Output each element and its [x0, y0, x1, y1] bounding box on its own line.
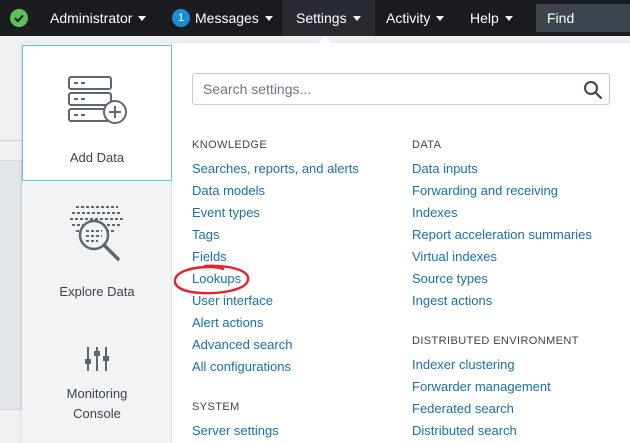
messages-count-badge: 1: [172, 9, 190, 28]
link-tags[interactable]: Tags: [192, 227, 219, 242]
link-ingest-actions[interactable]: Ingest actions: [412, 293, 492, 308]
screen: Administrator 1 Messages Settings Activit…: [0, 0, 630, 443]
link-server-settings[interactable]: Server settings: [192, 423, 279, 438]
system-heading: SYSTEM: [192, 401, 240, 413]
search-settings-input[interactable]: [193, 74, 573, 104]
link-alert-actions[interactable]: Alert actions: [192, 315, 264, 330]
dropdown-pointer: [318, 36, 332, 43]
settings-menu[interactable]: Settings: [282, 0, 375, 36]
link-data-models[interactable]: Data models: [192, 183, 265, 198]
link-source-types[interactable]: Source types: [412, 271, 488, 286]
link-event-types[interactable]: Event types: [192, 205, 260, 220]
settings-label: Settings: [296, 10, 347, 26]
help-menu[interactable]: Help: [470, 0, 513, 36]
knowledge-heading: KNOWLEDGE: [192, 139, 268, 151]
caret-down-icon: [436, 15, 445, 21]
messages-label: Messages: [195, 10, 259, 26]
messages-menu[interactable]: 1 Messages: [172, 0, 273, 36]
search-settings-field[interactable]: [192, 73, 610, 105]
data-heading: DATA: [412, 139, 442, 151]
find-input[interactable]: Find: [536, 4, 630, 32]
link-advanced-search[interactable]: Advanced search: [192, 337, 292, 352]
link-data-inputs[interactable]: Data inputs: [412, 161, 478, 176]
settings-left-rail: Add Data Explore Data Monitoring Console: [22, 43, 172, 443]
add-data-tile[interactable]: Add Data: [22, 45, 172, 181]
help-label: Help: [470, 10, 499, 26]
link-report-acceleration[interactable]: Report acceleration summaries: [412, 227, 592, 242]
caret-down-icon: [264, 15, 273, 21]
link-fields[interactable]: Fields: [192, 249, 227, 264]
search-icon[interactable]: [583, 80, 603, 100]
check-circle-icon[interactable]: [10, 9, 28, 27]
explore-data-label: Explore Data: [59, 284, 135, 299]
user-menu[interactable]: Administrator: [50, 0, 147, 36]
link-forwarding-receiving[interactable]: Forwarding and receiving: [412, 183, 558, 198]
monitoring-console-icon: [85, 347, 109, 371]
link-all-configurations[interactable]: All configurations: [192, 359, 291, 374]
caret-down-icon: [138, 15, 147, 21]
monitoring-label-line2: Console: [73, 406, 121, 421]
link-forwarder-management[interactable]: Forwarder management: [412, 379, 551, 394]
link-federated-search[interactable]: Federated search: [412, 401, 514, 416]
distributed-heading: DISTRIBUTED ENVIRONMENT: [412, 335, 579, 347]
find-placeholder: Find: [547, 10, 575, 26]
caret-down-icon: [504, 15, 513, 21]
link-distributed-search[interactable]: Distributed search: [412, 423, 517, 438]
background-panel: [0, 160, 22, 410]
link-indexes[interactable]: Indexes: [412, 205, 458, 220]
explore-data-icon: [70, 206, 124, 261]
monitoring-label-line1: Monitoring: [66, 386, 128, 401]
top-navigation-bar: Administrator 1 Messages Settings Activit…: [0, 0, 630, 36]
link-searches-reports-alerts[interactable]: Searches, reports, and alerts: [192, 161, 359, 176]
activity-menu[interactable]: Activity: [386, 0, 445, 36]
link-virtual-indexes[interactable]: Virtual indexes: [412, 249, 497, 264]
caret-down-icon: [352, 15, 361, 21]
explore-data-tile[interactable]: Explore Data: [22, 183, 172, 309]
link-indexer-clustering[interactable]: Indexer clustering: [412, 357, 515, 372]
user-menu-label: Administrator: [50, 10, 133, 26]
add-data-icon: [68, 76, 127, 124]
monitoring-console-tile[interactable]: Monitoring Console: [22, 311, 172, 441]
add-data-label: Add Data: [69, 150, 125, 165]
activity-label: Activity: [386, 10, 431, 26]
settings-dropdown: Add Data Explore Data Monitoring Console…: [22, 43, 630, 443]
background-divider: [0, 140, 22, 141]
red-circle-annotation: [173, 264, 250, 295]
